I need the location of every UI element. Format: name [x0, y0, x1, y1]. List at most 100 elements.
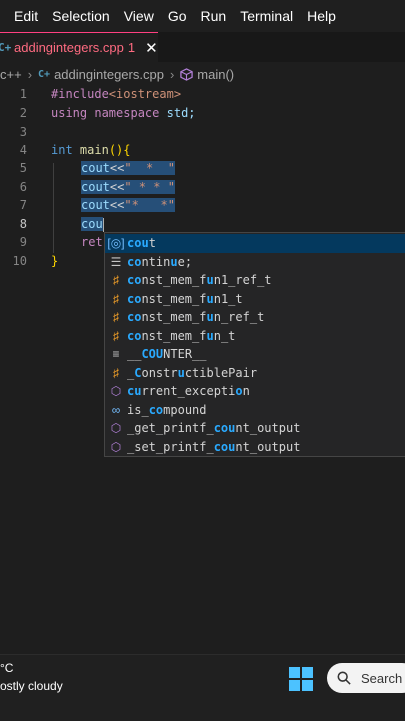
field-icon: ∞	[111, 402, 121, 417]
label-text: NTER__	[163, 347, 207, 362]
token-int: int	[51, 143, 73, 157]
suggestion-item[interactable]: ♯ const_mem_fun_ref_t	[105, 308, 405, 327]
struct-icon: ⬡	[110, 439, 122, 454]
match-highlight: cou	[127, 236, 149, 251]
label-text: n_ref_t	[213, 310, 265, 325]
suggestion-item[interactable]: ≡ __COUNTER__	[105, 345, 405, 364]
token-string: " * * "	[124, 180, 175, 194]
breadcrumb-file[interactable]: addingintegers.cpp	[54, 67, 164, 82]
label-text: onstr	[141, 365, 178, 380]
suggestion-item[interactable]: ♯ const_mem_fun_t	[105, 327, 405, 346]
token-paren-brace: (){	[108, 143, 131, 157]
code-line-2: using namespace std;	[51, 106, 196, 120]
code-line-8: cou	[81, 217, 104, 232]
match-highlight: u	[206, 273, 214, 288]
token-close-brace: }	[51, 254, 59, 268]
chevron-right-icon: ›	[169, 66, 175, 82]
code-line-9: ret	[81, 235, 103, 249]
class-icon: ♯	[113, 291, 119, 306]
token-return-partial: ret	[81, 235, 103, 249]
search-label: Search	[361, 670, 403, 686]
suggestion-label: __COUNTER__	[127, 347, 207, 361]
suggestion-item[interactable]: [◎] cout	[105, 234, 405, 253]
line-number: 4	[19, 143, 27, 157]
label-text: n1_ref_t	[213, 273, 272, 288]
text-cursor	[102, 217, 104, 232]
suggestion-item[interactable]: ⬡ _set_printf_count_output	[105, 438, 405, 457]
taskbar-search[interactable]: Search	[327, 663, 405, 693]
line-number: 5	[19, 161, 27, 175]
weather-temperature[interactable]: °C	[0, 661, 13, 675]
match-highlight: co	[127, 254, 142, 269]
close-icon[interactable]: ✕	[145, 39, 158, 57]
label-text: ntin	[141, 254, 171, 269]
suggestion-item[interactable]: ⬡ current_exception	[105, 382, 405, 401]
class-icon: ♯	[113, 365, 119, 380]
suggestion-item[interactable]: ⬡ _get_printf_count_output	[105, 419, 405, 438]
tab-addingintegers[interactable]: C+ addingintegers.cpp 1 ✕	[0, 32, 158, 62]
label-text: nst_mem_f	[141, 328, 207, 343]
chevron-right-icon: ›	[27, 66, 33, 82]
code-line-6: cout<<" * * "	[81, 180, 175, 194]
suggestion-item[interactable]: ∞ is_compound	[105, 401, 405, 420]
match-highlight: co	[148, 402, 164, 417]
suggestion-label: const_mem_fun1_ref_t	[127, 273, 272, 287]
token-string: " * "	[124, 161, 175, 175]
suggestion-label: continue;	[127, 255, 192, 269]
code-line-10: }	[51, 254, 58, 268]
token-include: #include	[51, 87, 109, 101]
match-highlight: o	[235, 384, 243, 399]
match-highlight: co	[127, 328, 142, 343]
suggestion-item[interactable]: ♯ _ConstructiblePair	[105, 364, 405, 383]
label-text: nst_mem_f	[141, 310, 207, 325]
class-icon: ♯	[113, 273, 119, 288]
windows-start-icon[interactable]	[289, 667, 313, 691]
code-line-5: cout<<" * "	[81, 161, 175, 175]
token-op: <<	[109, 180, 125, 194]
breadcrumb-lang[interactable]: c++	[0, 67, 22, 82]
breadcrumb-symbol[interactable]: main()	[197, 67, 234, 82]
line-number: 9	[19, 235, 27, 249]
menu-bar: Edit Selection View Go Run Terminal Help	[0, 0, 405, 32]
label-text: rrent_excepti	[141, 384, 236, 399]
label-text: _get_printf_	[127, 421, 214, 436]
constant-icon: ≡	[112, 347, 120, 362]
snippet-icon: ☰	[110, 254, 122, 269]
label-text: __	[127, 347, 142, 362]
struct-icon: ⬡	[110, 384, 122, 399]
token-using: using	[51, 106, 88, 120]
suggestion-item[interactable]: ♯ const_mem_fun1_ref_t	[105, 271, 405, 290]
match-highlight: cu	[127, 384, 142, 399]
menu-selection[interactable]: Selection	[45, 0, 117, 32]
line-number: 10	[12, 254, 27, 268]
class-icon: ♯	[113, 310, 119, 325]
match-highlight: u	[206, 291, 214, 306]
label-text: _set_printf_	[127, 439, 214, 454]
label-text: e;	[177, 254, 193, 269]
menu-edit[interactable]: Edit	[0, 0, 45, 32]
indent-guide	[53, 163, 54, 253]
code-line-4: int main(){	[51, 143, 131, 157]
breadcrumb: c++ › C+ addingintegers.cpp › main()	[0, 64, 405, 84]
line-number: 1	[19, 87, 27, 101]
tab-bar: C+ addingintegers.cpp 1 ✕	[0, 32, 405, 62]
variable-icon: [◎]	[107, 236, 125, 251]
menu-help[interactable]: Help	[300, 0, 343, 32]
menu-terminal[interactable]: Terminal	[233, 0, 300, 32]
label-text: is_	[127, 402, 149, 417]
match-highlight: u	[206, 310, 214, 325]
label-text: n_t	[213, 328, 236, 343]
suggestion-item[interactable]: ♯ const_mem_fun1_t	[105, 290, 405, 309]
suggestion-item[interactable]: ☰ continue;	[105, 253, 405, 272]
weather-description[interactable]: ostly cloudy	[0, 679, 63, 693]
menu-view[interactable]: View	[117, 0, 161, 32]
tab-label: addingintegers.cpp	[14, 40, 124, 55]
suggestion-label: _set_printf_count_output	[127, 440, 300, 454]
menu-run[interactable]: Run	[194, 0, 234, 32]
line-number: 7	[19, 198, 27, 212]
suggestion-label: _ConstructiblePair	[127, 366, 257, 380]
menu-go[interactable]: Go	[161, 0, 194, 32]
suggestion-label: _get_printf_count_output	[127, 421, 300, 435]
line-number: 3	[19, 125, 27, 139]
match-highlight: cou	[213, 421, 236, 436]
